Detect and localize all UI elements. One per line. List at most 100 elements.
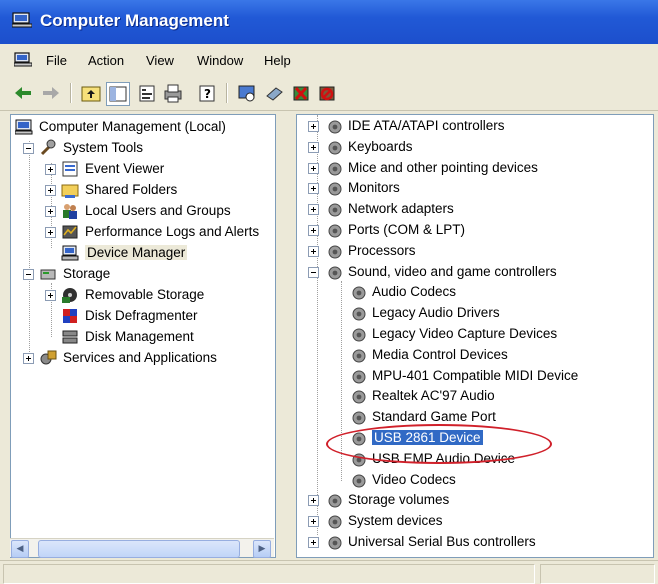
tree-item-label: Shared Folders [85,182,178,197]
print-button[interactable] [162,82,184,104]
system-menu-icon[interactable] [14,52,32,67]
up-level-button[interactable] [80,82,102,104]
expand-toggle[interactable] [308,225,319,236]
tree-item-label: Services and Applications [63,350,217,365]
storage-icon [40,269,56,280]
properties-button[interactable] [136,82,158,104]
tree-item-label: Disk Management [85,329,194,344]
device-item-label: Monitors [348,180,400,196]
tree-item-label: Storage [63,266,111,281]
console-tree-icon [109,86,127,102]
status-cell-secondary [540,564,655,584]
sound-icon [328,266,342,280]
ide-controller-icon [328,120,342,134]
expand-toggle[interactable] [45,290,56,301]
expand-toggle[interactable] [308,495,319,507]
disable-device-icon [319,86,335,101]
expand-toggle[interactable] [45,185,56,196]
tree-item-label: Disk Defragmenter [85,308,198,323]
monitor-icon [328,182,342,196]
expand-toggle[interactable] [45,164,56,175]
svg-text:?: ? [204,87,211,101]
device-item-label: Universal Serial Bus controllers [348,534,536,549]
event-viewer-icon [62,161,78,177]
horizontal-scrollbar[interactable]: ◀ ▶ [10,538,274,558]
device-item-label: Video Codecs [372,471,456,487]
computer-icon [15,119,33,135]
menu-help[interactable]: Help [264,53,291,68]
expand-toggle[interactable] [45,227,56,238]
device-item-label: IDE ATA/ATAPI controllers [348,118,505,133]
expand-toggle[interactable] [308,516,319,528]
scroll-right-button[interactable]: ▶ [253,540,271,558]
window-title: Computer Management [40,11,229,30]
device-manager-icon [61,245,79,261]
expand-toggle[interactable] [308,141,319,153]
back-button[interactable] [12,82,34,104]
forward-button[interactable] [40,82,62,104]
console-tree-pane[interactable]: Computer Management (Local) System Tools… [10,114,276,558]
sound-device-icon [352,349,366,363]
menu-file[interactable]: File [46,53,67,68]
expand-toggle[interactable] [308,245,319,257]
uninstall-button[interactable] [290,82,312,104]
status-cell-main [3,564,535,584]
processor-icon [328,245,342,259]
sound-device-icon [352,286,366,300]
scroll-thumb[interactable] [38,540,240,558]
collapse-toggle[interactable] [308,266,319,278]
menu-action[interactable]: Action [88,53,124,68]
expand-toggle[interactable] [308,183,319,195]
device-item-label: Network adapters [348,201,454,217]
device-item-label: Processors [348,242,416,258]
performance-icon [62,225,78,239]
tree-item-label: Event Viewer [85,161,165,176]
device-item-label: Keyboards [348,138,413,154]
scroll-left-button[interactable]: ◀ [11,540,29,558]
tree-item-label: Device Manager [85,245,188,260]
update-driver-button[interactable] [264,82,286,104]
system-device-icon [328,515,342,529]
status-bar [0,560,658,584]
folder-up-icon [81,86,101,102]
expand-toggle[interactable] [308,537,319,548]
help-button[interactable]: ? [196,82,218,104]
mouse-icon [328,162,342,176]
forward-arrow-icon [43,87,59,99]
menu-window[interactable]: Window [197,53,243,68]
scan-hardware-button[interactable] [236,82,258,104]
shared-folder-icon [61,184,79,198]
expand-toggle[interactable] [308,162,319,174]
sound-device-icon [352,328,366,342]
users-icon [63,204,77,219]
disable-button[interactable] [316,82,338,104]
tree-item-label: Removable Storage [85,287,205,302]
device-item-label: Legacy Audio Drivers [372,305,500,321]
network-adapter-icon [328,203,342,217]
expand-toggle[interactable] [308,121,319,132]
storage-volume-icon [328,494,342,508]
device-item-label: Media Control Devices [372,346,508,362]
device-item-label: MPU-401 Compatible MIDI Device [372,367,579,383]
tree-item-label: System Tools [63,140,144,155]
tree-item-label: Computer Management (Local) [39,119,226,134]
scan-hardware-icon [238,85,255,102]
keyboard-icon [328,141,342,155]
collapse-toggle[interactable] [23,269,34,280]
back-arrow-icon [15,87,31,99]
menu-view[interactable]: View [146,53,174,68]
usb-icon [328,536,342,550]
expand-toggle[interactable] [308,204,319,216]
update-driver-icon [266,87,283,101]
device-item-label: Standard Game Port [372,409,496,425]
expand-toggle[interactable] [45,206,56,217]
defrag-icon [63,309,77,323]
expand-toggle[interactable] [23,353,34,364]
menu-bar: File Action View Window Help [0,44,658,74]
sound-device-icon [352,390,366,404]
collapse-toggle[interactable] [23,143,34,154]
sound-device-icon [352,370,366,384]
show-hide-console-tree-button[interactable] [106,82,130,106]
device-item-label: Mice and other pointing devices [348,159,538,175]
help-icon: ? [199,85,215,102]
